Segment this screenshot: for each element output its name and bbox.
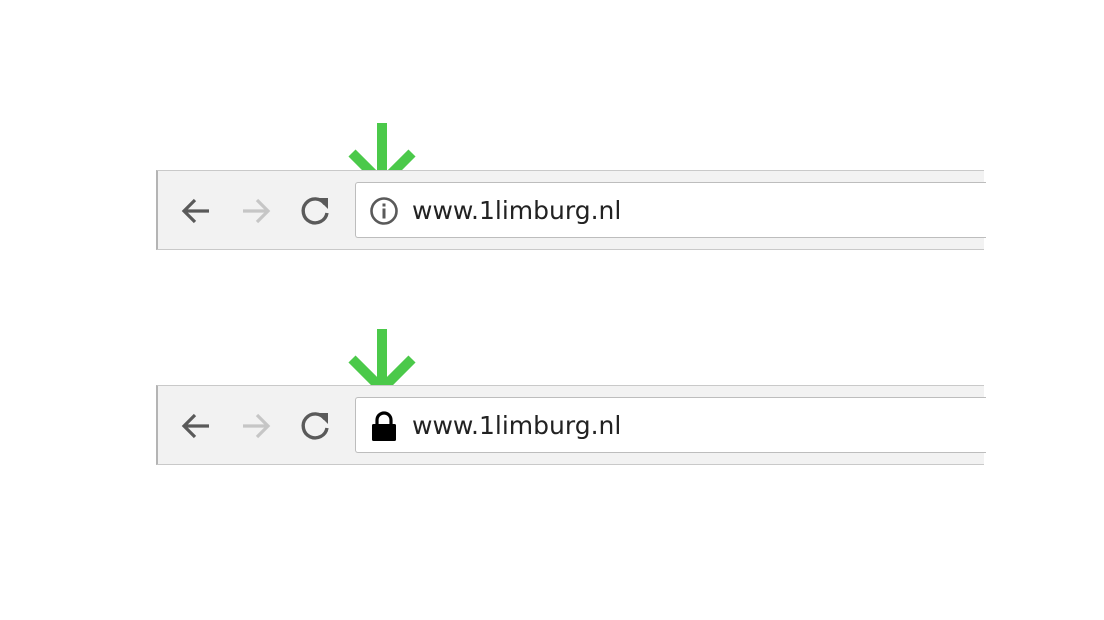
- reload-icon: [301, 197, 329, 225]
- info-icon[interactable]: [368, 195, 400, 227]
- browser-toolbar: www.1limburg.nl: [156, 385, 986, 465]
- url-text[interactable]: www.1limburg.nl: [412, 411, 621, 441]
- forward-arrow-icon: [243, 413, 271, 439]
- reload-button[interactable]: [297, 193, 333, 229]
- url-text[interactable]: www.1limburg.nl: [412, 196, 621, 226]
- forward-button[interactable]: [238, 408, 274, 444]
- browser-toolbar: www.1limburg.nl: [156, 170, 986, 250]
- lock-icon[interactable]: [368, 410, 400, 442]
- forward-button[interactable]: [238, 193, 274, 229]
- address-bar[interactable]: www.1limburg.nl: [355, 397, 986, 453]
- back-button[interactable]: [178, 408, 214, 444]
- back-arrow-icon: [181, 413, 209, 439]
- reload-button[interactable]: [297, 408, 333, 444]
- back-button[interactable]: [178, 193, 214, 229]
- reload-icon: [301, 412, 329, 440]
- back-arrow-icon: [181, 198, 209, 224]
- address-bar[interactable]: www.1limburg.nl: [355, 182, 986, 238]
- forward-arrow-icon: [243, 198, 271, 224]
